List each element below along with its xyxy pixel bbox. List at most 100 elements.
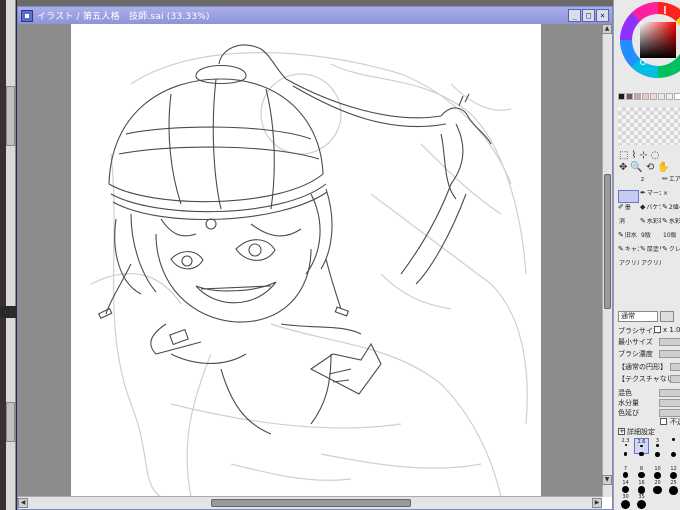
color-swatch[interactable] (674, 93, 680, 100)
scroll-up-arrow-icon[interactable]: ▲ (602, 24, 612, 34)
brush-tool-11[interactable]: ✎水彩筆 (662, 218, 680, 231)
brush-size-value: 30 (622, 494, 629, 500)
brush-tool-label: クレヨン (668, 246, 680, 253)
brush-tool-17[interactable]: ✎クレヨン (662, 246, 680, 259)
scroll-down-arrow-icon[interactable]: ▼ (602, 475, 612, 485)
color-swatch[interactable] (642, 93, 649, 100)
scroll-right-arrow-icon[interactable]: ▶ (592, 498, 602, 508)
rotate-icon[interactable]: ⟲ (646, 163, 654, 173)
blend-mode-select[interactable]: 通常 (618, 311, 658, 322)
select-pen-icon[interactable]: ◌ (651, 151, 660, 161)
horizontal-scrollbar[interactable]: ◀ ▶ (18, 496, 602, 509)
brush-size-value: 16 (638, 480, 645, 486)
hand-icon[interactable]: ✋ (657, 163, 669, 173)
color-swatch[interactable] (634, 93, 641, 100)
brush-size-dot-icon (655, 452, 660, 457)
background-scrollbar[interactable] (6, 86, 15, 146)
brush-tool-19[interactable]: アクリル (640, 260, 661, 273)
brush-tool-10[interactable]: ✎水彩筆 (640, 218, 661, 231)
color-extend-slider[interactable] (659, 409, 680, 417)
sketch-artwork (90, 44, 528, 497)
texture-slider[interactable] (670, 375, 680, 383)
rough-sketch-layer (90, 52, 528, 497)
zoom-icon[interactable]: 🔍 (630, 163, 642, 173)
color-swatch[interactable] (626, 93, 633, 100)
brush-size-dot-icon (669, 486, 678, 495)
brush-shape-slider[interactable] (670, 363, 680, 371)
brush-tool-16[interactable]: ✎厚塗り (640, 246, 661, 259)
brush-size-value: 2.6 (637, 439, 646, 445)
brush-tool-icon: ✎ (640, 246, 646, 253)
brush-tool-6[interactable]: ✐墨 (618, 204, 639, 217)
brush-tool-icon: ✎ (618, 232, 624, 239)
magic-wand-icon[interactable]: ⊹ (639, 151, 647, 161)
rect-select-icon[interactable]: ⬚ (619, 151, 628, 161)
brush-tool-5[interactable]: × (662, 190, 680, 203)
min-size-slider[interactable] (659, 338, 680, 346)
brush-tool-15[interactable]: ✎キャンパス (618, 246, 639, 259)
brush-tool-14[interactable]: 10版 (662, 232, 680, 245)
brush-tool-4[interactable]: ✒マーカー (640, 190, 661, 203)
close-button[interactable]: × (596, 9, 609, 22)
brush-tool-0[interactable] (618, 176, 639, 189)
vertical-scroll-thumb[interactable] (604, 174, 611, 309)
brush-size-value: 14 (622, 480, 629, 486)
brush-size-dot-icon (654, 472, 661, 479)
color-swatch[interactable] (658, 93, 665, 100)
lasso-icon[interactable]: ⌇ (631, 151, 636, 161)
move-icon[interactable]: ✥ (619, 163, 627, 173)
brush-tool-label: 水彩筆 (668, 218, 680, 225)
brush-tool-3[interactable] (618, 190, 639, 203)
brush-size-multiplier[interactable]: x 1.0 (663, 326, 680, 334)
color-swatch[interactable] (618, 93, 625, 100)
blend-mode-dropdown-button[interactable] (660, 311, 674, 322)
brush-size-preset[interactable]: 25 (666, 480, 680, 496)
vertical-scrollbar[interactable]: ▲ ▼ (602, 24, 612, 497)
keep-opacity-checkbox[interactable] (660, 418, 667, 425)
brush-tool-label: 墨 (624, 204, 631, 211)
background-window-bottom (0, 318, 16, 510)
drawing-canvas[interactable] (71, 24, 541, 497)
brush-shape-select[interactable]: 【通常の円形】 (618, 362, 667, 372)
brush-tool-icon: ✎ (662, 218, 668, 225)
title-bar[interactable]: イラスト / 第五人格 技師.sai (33.33%) _ □ × (18, 7, 612, 24)
brush-tool-label: z (641, 176, 645, 183)
brush-tool-2[interactable]: ✏エアブラシ (662, 176, 680, 189)
brush-tool-18[interactable]: アクリル (618, 260, 639, 273)
brush-size-checkbox[interactable] (654, 326, 661, 333)
brush-tool-icon: ✒ (640, 190, 646, 197)
brush-density-slider[interactable] (659, 350, 680, 358)
detail-settings-toggle[interactable]: + (618, 428, 625, 435)
minimize-button[interactable]: _ (568, 9, 581, 22)
brush-size-preset[interactable]: 20 (650, 480, 665, 496)
transparency-preview (618, 107, 680, 145)
window-title: イラスト / 第五人格 技師.sai (33.33%) (37, 12, 210, 22)
brush-tool-1[interactable]: z (640, 176, 661, 189)
water-amount-slider[interactable] (659, 399, 680, 407)
brush-size-dot-icon (621, 500, 630, 509)
brush-tool-13[interactable]: 9版 (640, 232, 661, 245)
background-scrollbar[interactable] (6, 402, 15, 442)
brush-tool-7[interactable]: ◆バケツ (640, 204, 661, 217)
brush-size-preset[interactable]: 30 (618, 494, 633, 510)
sai-workspace: イラスト / 第五人格 技師.sai (33.33%) _ □ × ▲ ▼ ◀ … (0, 0, 680, 510)
scroll-left-arrow-icon[interactable]: ◀ (18, 498, 28, 508)
brush-size-value: 20 (654, 480, 661, 486)
blending-slider[interactable] (659, 389, 680, 397)
brush-size-preset[interactable]: 35 (634, 494, 649, 510)
canvas-viewport[interactable] (18, 24, 602, 497)
color-swatch[interactable] (650, 93, 657, 100)
brush-tool-9[interactable]: 消 (618, 218, 639, 231)
brush-tool-label: 2値ペン (668, 204, 680, 211)
brush-size-dot-icon (640, 445, 643, 448)
maximize-button[interactable]: □ (582, 9, 595, 22)
brush-tool-8[interactable]: ✎2値ペン (662, 204, 680, 217)
min-size-label: 最小サイズ (618, 338, 653, 346)
brush-size-value: 35 (638, 494, 645, 500)
color-wheel[interactable] (618, 0, 680, 80)
brush-size-dot-icon (656, 444, 659, 447)
color-swatch[interactable] (666, 93, 673, 100)
brush-tool-12[interactable]: ✎旧水 (618, 232, 639, 245)
horizontal-scroll-thumb[interactable] (211, 499, 411, 507)
color-wheel-graphic (620, 2, 680, 78)
